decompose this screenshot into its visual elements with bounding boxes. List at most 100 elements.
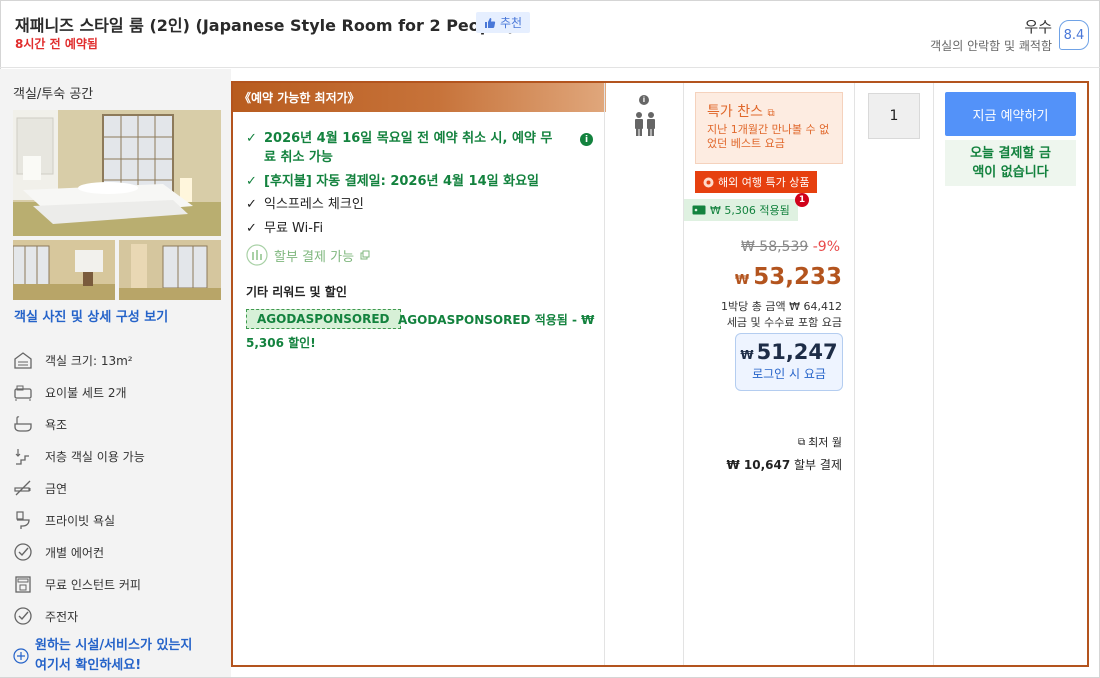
applied-label: ₩ 5,306 적용됨	[710, 204, 790, 217]
other-rewards-title: 기타 리워드 및 할인	[246, 285, 347, 299]
room-info-panel: 객실/투숙 공간 객실 사진 및 상세 구성 보기 객실 크기: 13m² 요이…	[0, 69, 231, 677]
private-bath-icon	[16, 511, 30, 529]
external-link-icon	[360, 250, 370, 260]
find-more-line1: 원하는 시설/서비스가 있는지	[35, 638, 193, 653]
low-floor-icon	[15, 449, 29, 465]
amenity-item: 무료 인스턴트 커피	[13, 573, 223, 595]
monthly-suffix: 할부 결제	[794, 458, 842, 472]
monthly-installment-label: ⧉ 최저 월	[798, 436, 842, 449]
pay-nothing-today-note: 오늘 결제할 금 액이 없습니다	[945, 140, 1076, 186]
promo-discount-text: 5,306 할인!	[246, 336, 316, 350]
special-deal-box: 특가 찬스 ⧉ 지난 1개월간 만나볼 수 없었던 베스트 요금	[695, 92, 843, 164]
currency-symbol: ₩	[740, 348, 754, 362]
room-quantity-select[interactable]: 1	[868, 93, 920, 139]
pay-note-line1: 오늘 결제할 금	[970, 146, 1051, 161]
amenity-item: 욕조	[13, 413, 223, 435]
login-price-value: 51,247	[756, 340, 838, 364]
external-link-icon: ⧉	[798, 436, 806, 448]
amenity-item: 주전자	[13, 605, 223, 627]
column-divider	[683, 83, 684, 665]
amenity-label: 주전자	[45, 609, 79, 624]
monthly-amount: ₩ 10,647	[726, 458, 791, 472]
occupancy-info-icon[interactable]: i	[639, 95, 649, 105]
price-value: 53,233	[753, 264, 842, 290]
currency-symbol: ₩	[734, 273, 750, 288]
room-photo-thumb-2[interactable]	[119, 240, 221, 300]
installment-option: 할부 결제 가능	[246, 244, 370, 266]
amenity-label: 객실 크기: 13m²	[45, 353, 133, 368]
cancel-line2: 료 취소 가능	[264, 150, 333, 165]
external-link-icon: ⧉	[767, 108, 775, 119]
installment-icon	[246, 244, 268, 266]
room-section-title: 객실/투숙 공간	[13, 87, 94, 102]
total-per-night: 1박당 총 금액 ₩ 64,412	[721, 300, 842, 313]
coupon-applied-badge[interactable]: ₩ 5,306 적용됨	[684, 199, 798, 221]
futon-icon	[14, 385, 32, 401]
check-icon: ✓	[246, 174, 257, 189]
coupon-icon	[692, 205, 706, 215]
room-size-icon	[14, 352, 32, 369]
bathtub-icon	[14, 416, 32, 432]
overseas-deal-badge: 해외 여행 특가 상품	[695, 171, 818, 193]
check-icon: ✓	[246, 197, 257, 212]
special-deal-title: 특가 찬스 ⧉	[707, 104, 775, 120]
login-price-label: 로그인 시 요금	[752, 367, 826, 381]
amenity-label: 욕조	[45, 417, 68, 432]
room-photo-main[interactable]	[13, 110, 221, 236]
recommend-badge: 추천	[476, 12, 531, 33]
monthly-installment-amount: ₩ 10,647 할부 결제	[726, 456, 842, 473]
find-more-line2: 여기서 확인하세요!	[35, 658, 142, 673]
promo-code-tag: AGODASPONSORED	[246, 309, 401, 329]
deal-tag-icon	[703, 177, 714, 187]
rate-offer: 《예약 가능한 최저가》 ✓ 2026년 4월 16일 목요일 전 예약 취소 …	[231, 81, 1089, 667]
check-icon: ✓	[246, 131, 257, 146]
coffee-machine-icon	[15, 576, 31, 593]
amenity-label: 요이불 세트 2개	[45, 385, 127, 400]
room-photo-thumb-1[interactable]	[13, 240, 115, 300]
check-circle-icon	[14, 543, 32, 561]
plus-circle-icon	[13, 648, 29, 664]
price-strike-row: ₩ 58,539 -9%	[741, 239, 840, 255]
amenity-label: 무료 인스턴트 커피	[45, 577, 141, 592]
amenity-item: 금연	[13, 477, 223, 499]
pay-later-condition: ✓ [후지불] 자동 결제일: 2026년 4월 14일 화요일	[246, 172, 539, 191]
column-divider	[604, 83, 605, 665]
no-smoking-icon	[14, 480, 31, 496]
tax-note: 세금 및 수수료 포함 요금	[726, 316, 842, 329]
amenity-label: 개별 에어컨	[45, 545, 105, 560]
lowest-price-banner: 《예약 가능한 최저가》	[233, 83, 606, 112]
column-divider	[854, 83, 855, 665]
login-price: ₩51,247	[736, 340, 842, 364]
rating-word: 우수	[1024, 18, 1052, 36]
installment-text: 할부 결제 가능	[274, 249, 355, 265]
room-photos-link[interactable]: 객실 사진 및 상세 구성 보기	[14, 306, 168, 325]
two-adults-icon	[635, 112, 655, 136]
recommend-label: 추천	[500, 16, 523, 30]
wifi-text: 무료 Wi-Fi	[264, 221, 324, 236]
autopay-text: [후지불] 자동 결제일: 2026년 4월 14일 화요일	[264, 174, 539, 189]
special-deal-subtext: 지난 1개월간 만나볼 수 없었던 베스트 요금	[707, 123, 830, 150]
pay-note-line2: 액이 없습니다	[972, 165, 1049, 180]
thumbs-up-icon	[485, 17, 496, 28]
promo-applied-text: AGODASPONSORED 적용됨 - ₩	[398, 313, 595, 327]
booked-note: 8시간 전 예약됨	[15, 37, 98, 51]
express-checkin-condition: ✓ 익스프레스 체크인	[246, 195, 364, 214]
amenity-label: 프라이빗 욕실	[45, 513, 116, 528]
amenity-item: 프라이빗 욕실	[13, 509, 223, 531]
room-title: 재패니즈 스타일 룸 (2인) (Japanese Style Room for…	[15, 16, 515, 35]
login-price-box[interactable]: ₩51,247 로그인 시 요금	[735, 333, 843, 391]
book-now-button[interactable]: 지금 예약하기	[945, 92, 1076, 136]
room-header: 재패니즈 스타일 룸 (2인) (Japanese Style Room for…	[0, 0, 1100, 68]
check-circle-icon	[14, 607, 32, 625]
amenity-label: 저층 객실 이용 가능	[45, 449, 145, 464]
find-amenities-link[interactable]: 원하는 시설/서비스가 있는지 여기서 확인하세요!	[13, 636, 223, 676]
checkin-text: 익스프레스 체크인	[264, 197, 364, 212]
amenity-item: 요이불 세트 2개	[13, 381, 223, 403]
check-icon: ✓	[246, 221, 257, 236]
amenity-item: 객실 크기: 13m²	[13, 349, 223, 371]
amenity-item: 저층 객실 이용 가능	[13, 445, 223, 467]
info-icon[interactable]: i	[580, 133, 593, 146]
rating-score-badge: 8.4	[1059, 20, 1089, 50]
discount-percent: -9%	[812, 239, 840, 255]
cancel-line1: 2026년 4월 16일 목요일 전 예약 취소 시, 예약 무	[264, 131, 553, 146]
